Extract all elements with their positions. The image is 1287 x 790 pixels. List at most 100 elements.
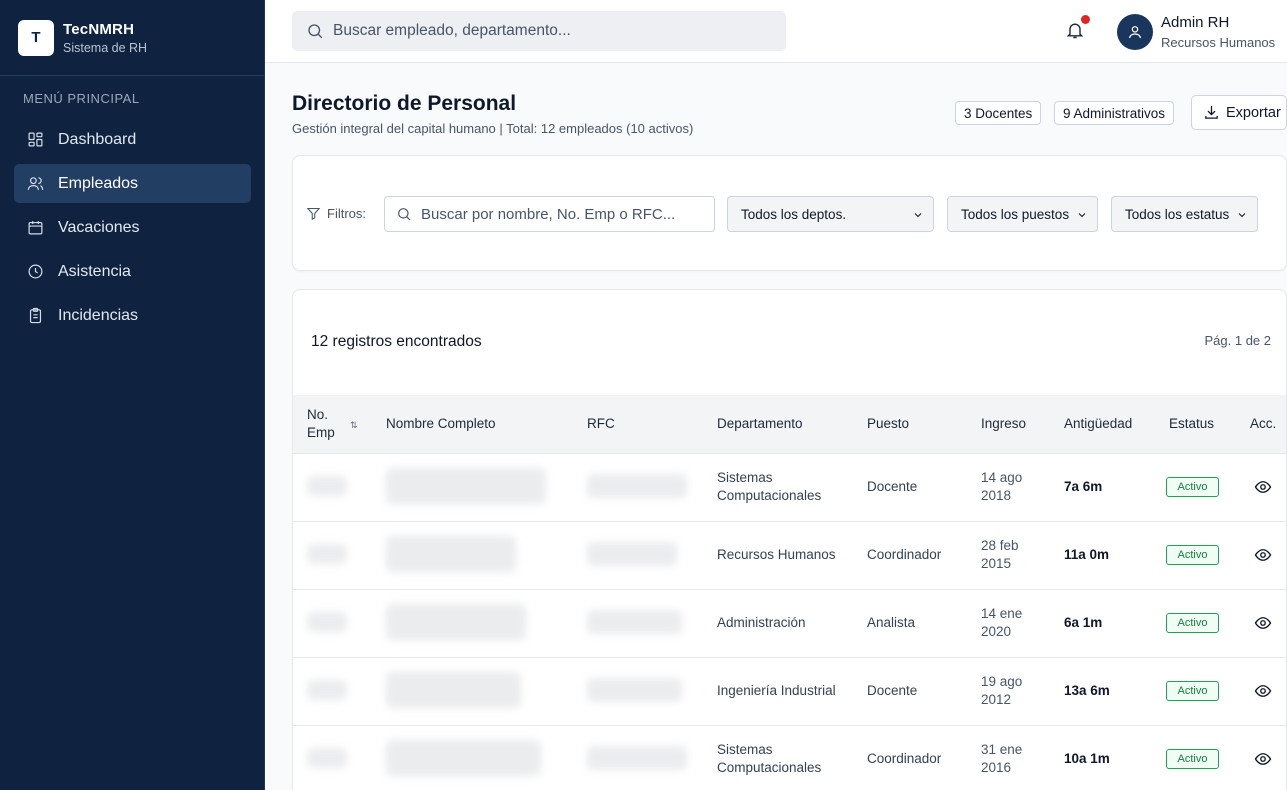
dept-select[interactable]: Todos los deptos.	[727, 196, 934, 232]
page-subtitle: Gestión integral del capital humano | To…	[292, 121, 694, 136]
sidebar-item-incidencias[interactable]: Incidencias	[14, 296, 251, 335]
cell-antiguedad: 13a 6m	[1064, 683, 1110, 698]
column-header-rfc[interactable]: RFC	[587, 416, 615, 431]
view-button[interactable]	[1254, 614, 1272, 632]
redacted-name	[386, 740, 541, 776]
view-button[interactable]	[1254, 750, 1272, 768]
docentes-badge: 3 Docentes	[955, 101, 1042, 125]
table-row[interactable]: Sistemas Computacionales Coordinador 31 …	[293, 726, 1286, 790]
column-header-no-emp[interactable]: No. Emp	[307, 406, 347, 442]
redacted-rfc	[587, 746, 687, 770]
cell-ingreso: 31 ene 2016	[981, 742, 1023, 775]
cell-antiguedad: 11a 0m	[1064, 547, 1110, 562]
sort-icon[interactable]: ⇅	[350, 420, 358, 431]
column-header-estatus[interactable]: Estatus	[1169, 416, 1214, 431]
view-button[interactable]	[1254, 478, 1272, 496]
sidebar-item-label: Incidencias	[58, 306, 139, 324]
notification-dot	[1081, 15, 1090, 24]
sidebar-item-label: Empleados	[58, 174, 139, 192]
main-menu: Dashboard Empleados Vacaciones Asistenci…	[0, 120, 264, 335]
cell-departamento: Recursos Humanos	[717, 547, 836, 562]
redacted-rfc	[587, 610, 682, 634]
redacted-no-emp	[307, 612, 347, 632]
cell-departamento: Administración	[717, 615, 806, 630]
filter-search[interactable]	[384, 196, 715, 232]
avatar[interactable]	[1117, 14, 1153, 50]
records-count: 12 registros encontrados	[311, 333, 482, 350]
status-badge: Activo	[1166, 477, 1219, 497]
cell-ingreso: 14 ago 2018	[981, 470, 1023, 503]
search-icon	[398, 208, 411, 221]
cell-antiguedad: 7a 6m	[1064, 479, 1103, 494]
cell-ingreso: 14 ene 2020	[981, 606, 1023, 639]
puesto-select[interactable]: Todos los puestos	[947, 196, 1098, 232]
status-badge: Activo	[1166, 749, 1219, 769]
column-header-acciones: Acc.	[1250, 416, 1277, 431]
table-row[interactable]: Administración Analista 14 ene 2020 6a 1…	[293, 590, 1286, 658]
table-header: No. Emp ⇅ Nombre Completo RFC Departamen…	[293, 395, 1286, 454]
cell-ingreso: 28 feb 2015	[981, 538, 1019, 571]
eye-icon	[1254, 549, 1272, 561]
sidebar-item-dashboard[interactable]: Dashboard	[14, 120, 251, 159]
status-badge: Activo	[1166, 545, 1219, 565]
filters-label: Filtros:	[306, 206, 366, 221]
filter-search-input[interactable]	[421, 205, 711, 223]
cell-departamento: Ingeniería Industrial	[717, 683, 836, 698]
clipboard-icon	[26, 307, 44, 325]
redacted-name	[386, 672, 521, 708]
view-button[interactable]	[1254, 546, 1272, 564]
chevron-down-icon	[1236, 209, 1248, 221]
column-header-antiguedad[interactable]: Antigüedad	[1064, 416, 1132, 431]
status-badge: Activo	[1166, 613, 1219, 633]
global-search-input[interactable]	[333, 22, 753, 40]
user-icon	[1129, 26, 1141, 39]
users-icon	[26, 175, 44, 193]
page-title: Directorio de Personal	[292, 92, 517, 115]
cell-departamento: Sistemas Computacionales	[717, 742, 822, 775]
chevron-down-icon	[1076, 209, 1088, 221]
global-search[interactable]	[292, 11, 786, 51]
sidebar: T TecNMRH Sistema de RH MENÚ PRINCIPAL D…	[0, 0, 265, 790]
view-button[interactable]	[1254, 682, 1272, 700]
column-header-puesto[interactable]: Puesto	[867, 416, 909, 431]
redacted-no-emp	[307, 680, 347, 700]
cell-ingreso: 19 ago 2012	[981, 674, 1023, 707]
clock-icon	[26, 263, 44, 281]
cell-puesto: Docente	[867, 683, 918, 698]
notifications-button[interactable]	[1065, 15, 1090, 42]
eye-icon	[1254, 617, 1272, 629]
page-indicator: Pág. 1 de 2	[1204, 333, 1272, 348]
cell-puesto: Coordinador	[867, 751, 942, 766]
search-icon	[308, 24, 323, 39]
redacted-rfc	[587, 678, 682, 702]
eye-icon	[1254, 685, 1272, 697]
sidebar-item-label: Asistencia	[58, 262, 131, 280]
brand-subtitle: Sistema de RH	[63, 40, 148, 55]
cell-antiguedad: 10a 1m	[1064, 751, 1110, 766]
table-row[interactable]: Ingeniería Industrial Docente 19 ago 201…	[293, 658, 1286, 726]
menu-section-title: MENÚ PRINCIPAL	[23, 91, 140, 106]
cell-puesto: Docente	[867, 479, 918, 494]
topbar: Admin RH Recursos Humanos	[265, 0, 1287, 63]
status-badge: Activo	[1166, 681, 1219, 701]
user-name: Admin RH	[1161, 14, 1230, 31]
brand-logo: T	[18, 19, 54, 56]
sidebar-item-label: Vacaciones	[58, 218, 140, 236]
sidebar-item-empleados[interactable]: Empleados	[14, 164, 251, 203]
eye-icon	[1254, 481, 1272, 493]
column-header-nombre[interactable]: Nombre Completo	[386, 416, 496, 431]
export-button[interactable]: Exportar	[1191, 95, 1287, 130]
sidebar-item-asistencia[interactable]: Asistencia	[14, 252, 251, 291]
table-row[interactable]: Sistemas Computacionales Docente 14 ago …	[293, 454, 1286, 522]
sidebar-item-vacaciones[interactable]: Vacaciones	[14, 208, 251, 247]
cell-antiguedad: 6a 1m	[1064, 615, 1103, 630]
column-header-ingreso[interactable]: Ingreso	[981, 416, 1026, 431]
table-row[interactable]: Recursos Humanos Coordinador 28 feb 2015…	[293, 522, 1286, 590]
cell-puesto: Analista	[867, 615, 916, 630]
column-header-departamento[interactable]: Departamento	[717, 416, 803, 431]
cell-departamento: Sistemas Computacionales	[717, 470, 822, 503]
estatus-select[interactable]: Todos los estatus	[1111, 196, 1258, 232]
eye-icon	[1254, 753, 1272, 765]
export-label: Exportar	[1226, 104, 1281, 121]
redacted-no-emp	[307, 476, 347, 496]
